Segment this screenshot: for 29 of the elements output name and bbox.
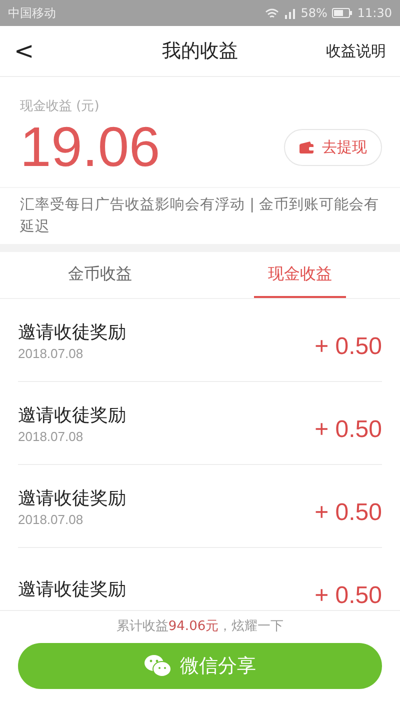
record-title: 邀请收徒奖励 (18, 320, 126, 344)
signal-icon (284, 8, 296, 18)
tab[interactable]: 现金收益 (254, 252, 346, 298)
record-amount: + 0.50 (314, 415, 382, 444)
record-date: 2018.07.08 (18, 512, 84, 526)
wallet-icon (299, 140, 315, 154)
page-title: 我的收益 (162, 39, 238, 64)
record-date: 2018.07.08 (18, 428, 84, 444)
notice-text: 汇率受每日广告收益影响会有浮动 | 金币到账可能会有延迟 (20, 197, 380, 235)
balance-amount: 19.06 (20, 115, 160, 179)
battery-icon (332, 8, 352, 18)
record-amount: + 0.50 (314, 581, 382, 610)
earnings-info-link[interactable]: 收益说明 (326, 42, 386, 60)
battery-level-text: 58% (300, 6, 328, 20)
tab[interactable]: 金币收益 (54, 252, 146, 298)
withdraw-button[interactable]: 去提现 (284, 128, 382, 166)
chat-bubbles-icon (144, 654, 172, 678)
record-title: 邀请收徒奖励 (18, 486, 126, 510)
total-earnings-text: 累计收益94.06元，炫耀一下 (116, 618, 284, 635)
record-title: 邀请收徒奖励 (18, 578, 126, 601)
record-title: 邀请收徒奖励 (18, 404, 126, 426)
back-button[interactable]: < (14, 37, 34, 65)
record-date: 2018.07.08 (18, 346, 84, 360)
clock-text: 11:30 (357, 6, 392, 20)
carrier-text: 中国移动 (8, 4, 56, 22)
record-amount: + 0.50 (314, 498, 382, 527)
balance-label: 现金收益 (元) (20, 98, 100, 115)
record-amount: + 0.50 (314, 332, 382, 361)
wifi-icon (264, 8, 279, 18)
